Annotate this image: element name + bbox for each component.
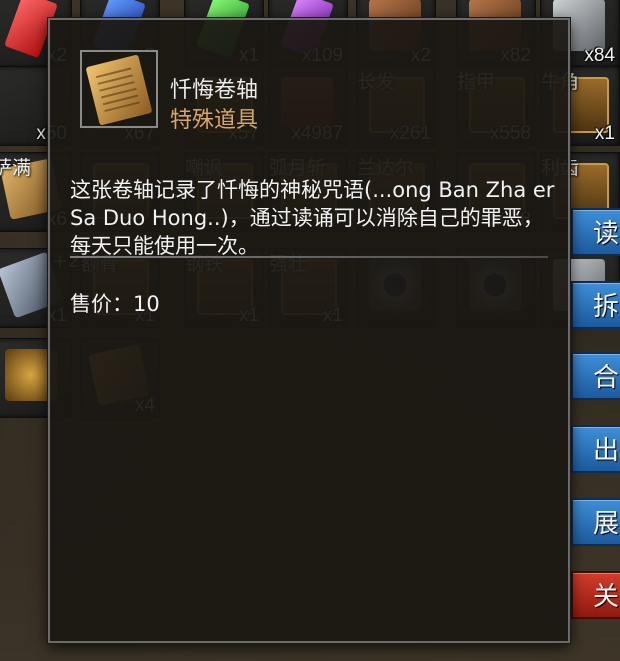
repentance-scroll-icon	[85, 54, 153, 126]
price-value: 10	[133, 292, 160, 316]
item-price: 售价：10	[70, 288, 160, 318]
dismantle-button[interactable]: 拆	[571, 281, 620, 329]
item-name: 忏悔卷轴	[170, 78, 259, 103]
sell-button[interactable]: 出	[571, 425, 620, 473]
item-tooltip: 忏悔卷轴 特殊道具 这张卷轴记录了忏悔的神秘咒语(...ong Ban Zha …	[48, 18, 570, 643]
item-description: 这张卷轴记录了忏悔的神秘咒语(...ong Ban Zha er Sa Duo …	[70, 178, 555, 258]
read-button[interactable]: 读	[571, 208, 620, 256]
slot-item-name: 萨满	[0, 157, 32, 179]
expand-button[interactable]: 展	[571, 498, 620, 546]
combine-button[interactable]: 合	[571, 352, 620, 400]
slot-item-count: x84	[584, 45, 615, 66]
price-label: 售价：	[70, 292, 133, 316]
slot-item-count: x1	[594, 123, 615, 144]
tooltip-icon-frame	[80, 50, 158, 128]
tooltip-divider	[70, 256, 548, 258]
close-button[interactable]: 关	[571, 571, 620, 619]
item-type: 特殊道具	[170, 108, 259, 133]
